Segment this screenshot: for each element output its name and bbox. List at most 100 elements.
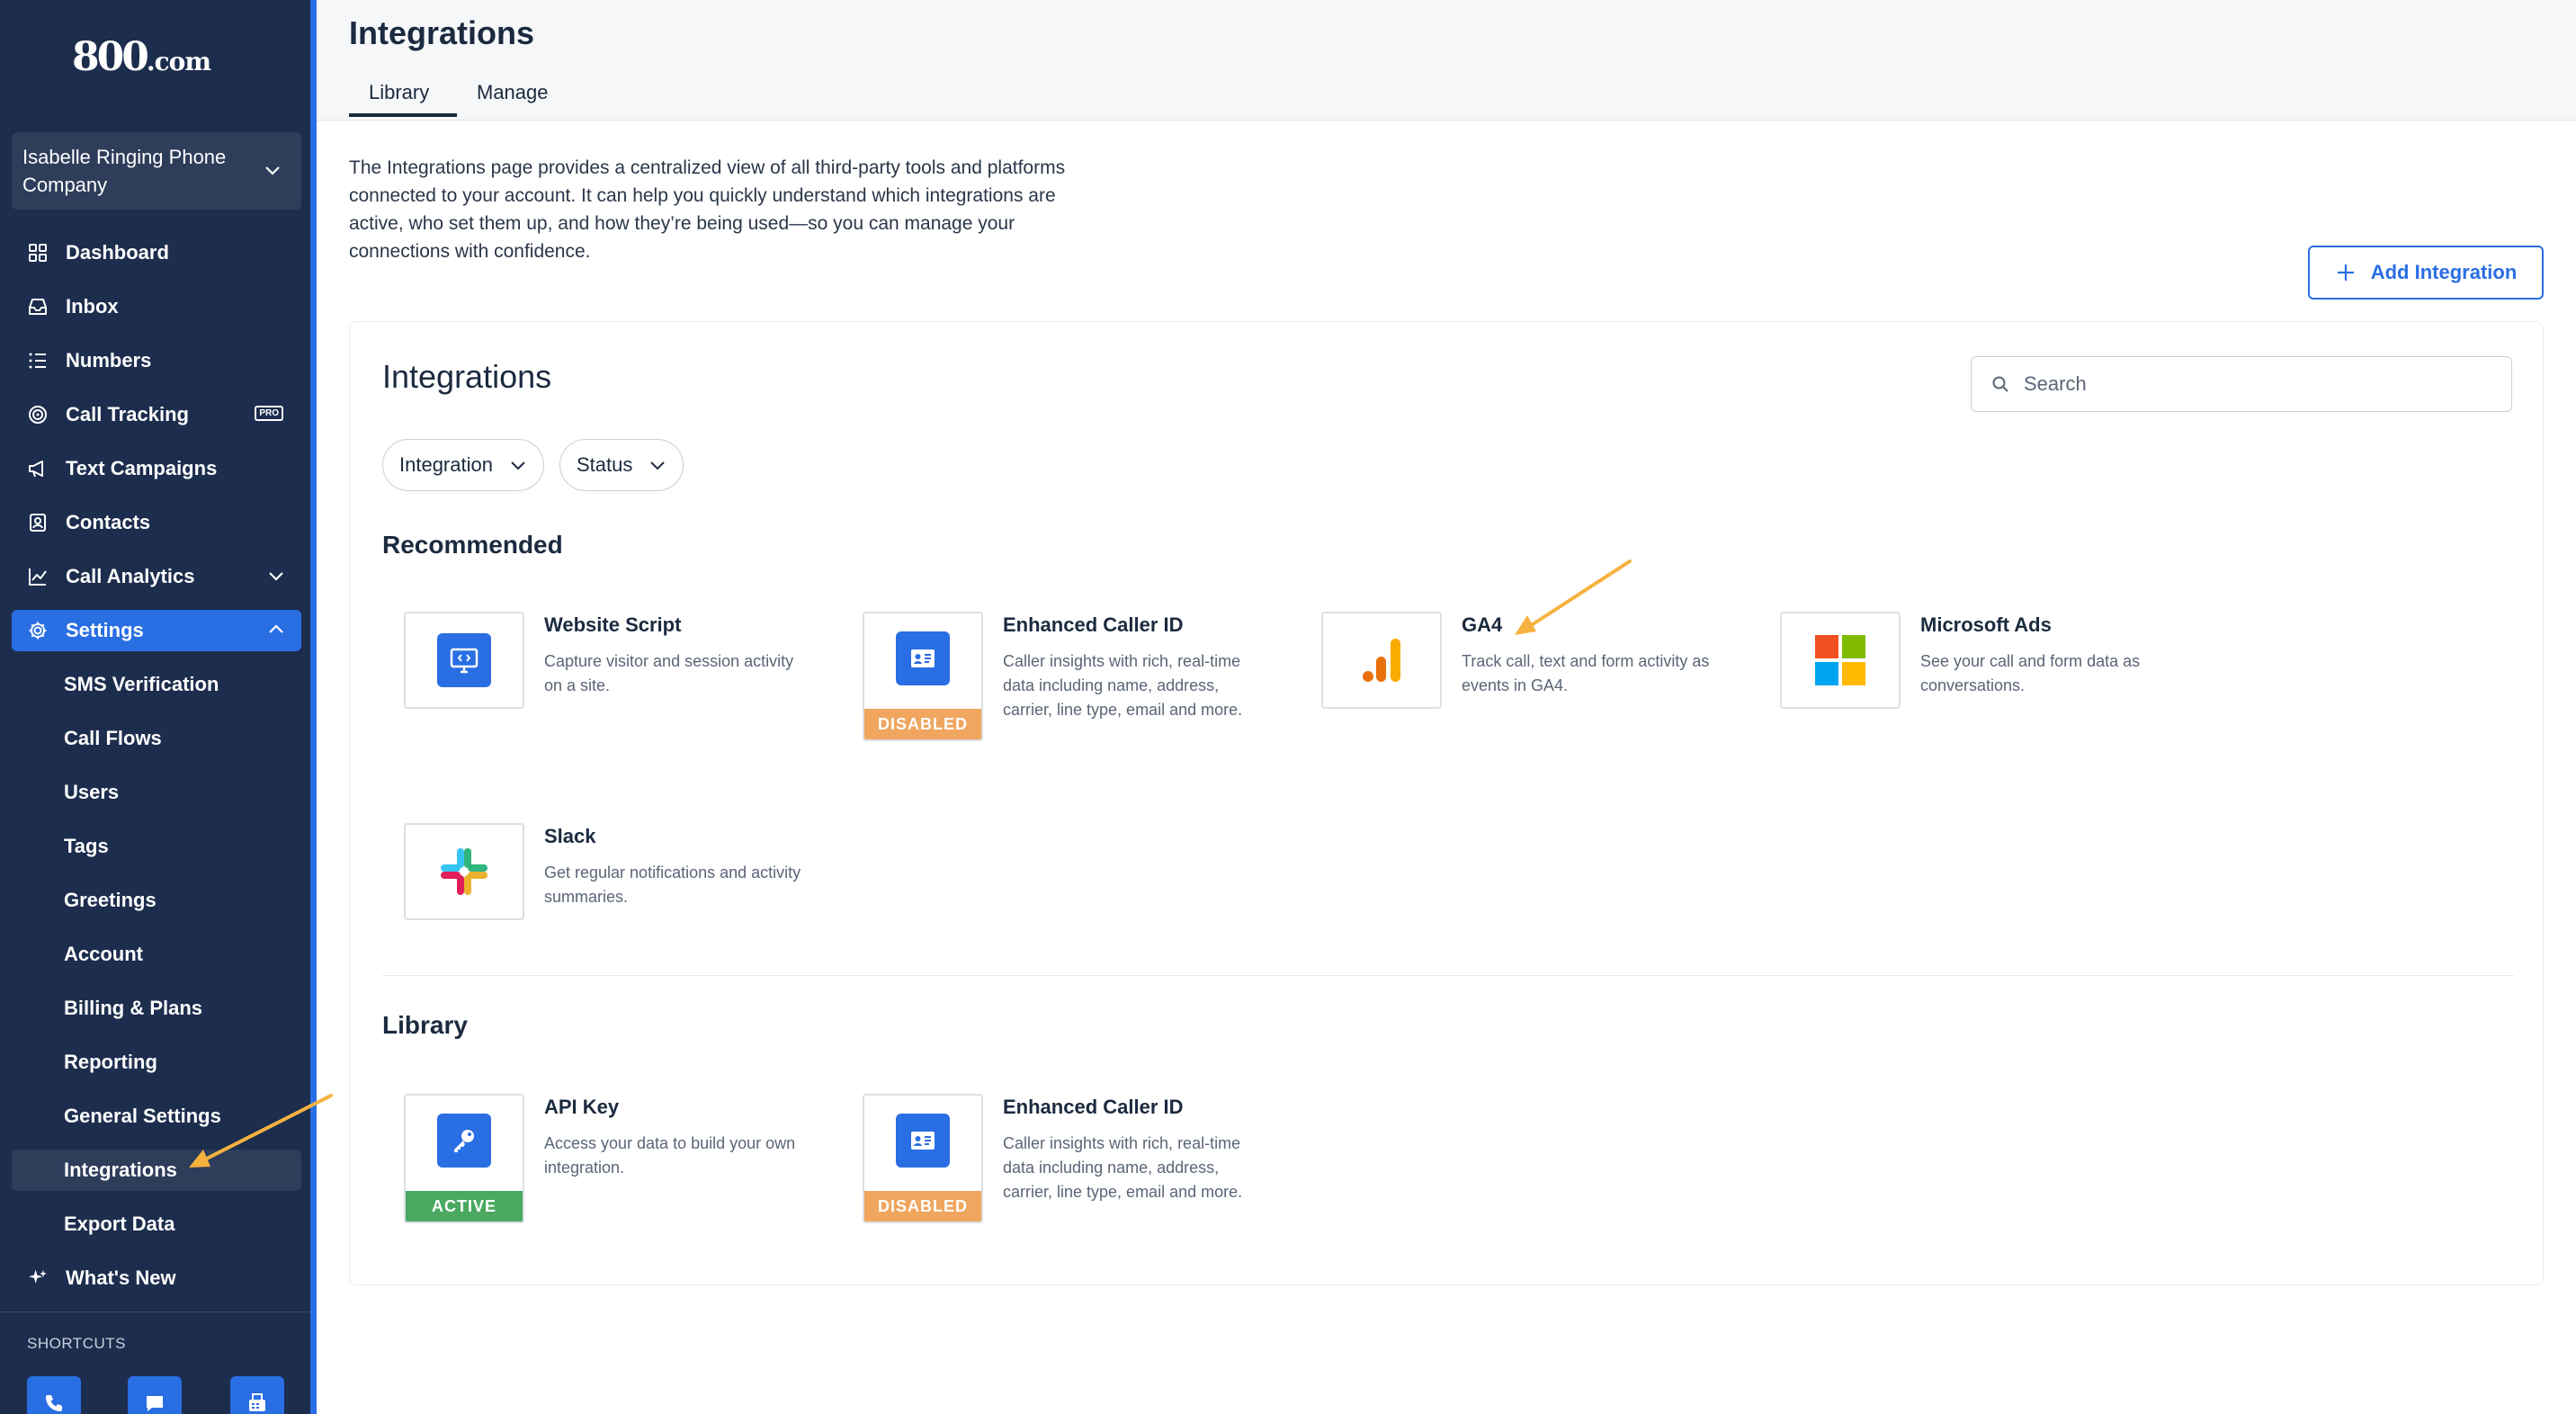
nav-label: Greetings <box>64 889 157 911</box>
nav-label: Numbers <box>66 349 152 371</box>
phone-icon <box>46 1395 62 1411</box>
nav-label: Contacts <box>66 511 151 533</box>
nav-sms-verification[interactable]: SMS Verification <box>12 664 301 705</box>
nav-account[interactable]: Account <box>12 934 301 975</box>
nav-greetings[interactable]: Greetings <box>12 880 301 921</box>
fax-icon <box>249 1393 265 1411</box>
intro-text: The Integrations page provides a central… <box>349 157 1066 262</box>
nav-label: Account <box>64 943 143 965</box>
brand-logo[interactable]: 800.com <box>72 34 211 80</box>
megaphone-icon <box>26 457 49 480</box>
search-box[interactable] <box>1971 356 2512 412</box>
nav-users[interactable]: Users <box>12 772 301 813</box>
nav-inbox[interactable]: Inbox <box>12 286 301 327</box>
integration-card-website-script[interactable]: Website Script Capture visitor and sessi… <box>404 612 836 774</box>
logo-suffix: .com <box>146 47 211 76</box>
pro-badge: PRO <box>255 406 283 421</box>
integration-name: API Key <box>544 1096 620 1118</box>
slack-icon <box>441 848 487 895</box>
nav-label: Call Tracking <box>66 403 189 425</box>
nav-label: Reporting <box>64 1051 157 1073</box>
search-input[interactable] <box>2024 372 2491 396</box>
integration-tile <box>404 612 524 709</box>
integration-tile: ACTIVE <box>404 1094 524 1223</box>
shortcut-message-button[interactable] <box>128 1376 182 1414</box>
integration-name: GA4 <box>1462 613 1503 636</box>
gear-icon <box>26 619 49 642</box>
nav-label: Call Analytics <box>66 565 195 587</box>
page-content: The Integrations page provides a central… <box>317 121 2576 1414</box>
nav-label: General Settings <box>64 1105 221 1127</box>
sparkle-icon <box>26 1266 49 1290</box>
nav-tags[interactable]: Tags <box>12 826 301 867</box>
integration-card-enhanced-caller-id-library[interactable]: DISABLED Enhanced Caller ID Caller insig… <box>863 1094 1294 1256</box>
page-header: Integrations Library Manage <box>317 0 2576 121</box>
app-root: 800.com Isabelle Ringing Phone Company D… <box>0 0 2576 1414</box>
contact-book-icon <box>26 511 49 534</box>
integration-desc: Caller insights with rich, real-time dat… <box>1003 652 1243 719</box>
integration-name: Microsoft Ads <box>1920 613 2052 636</box>
shortcut-fax-button[interactable] <box>230 1376 284 1414</box>
filter-label: Integration <box>399 453 493 476</box>
panel-title: Integrations <box>382 358 552 395</box>
nav-label: Text Campaigns <box>66 457 218 479</box>
nav-settings[interactable]: Settings <box>12 610 301 651</box>
nav-billing-plans[interactable]: Billing & Plans <box>12 988 301 1029</box>
nav-dashboard[interactable]: Dashboard <box>12 232 301 273</box>
nav-text-campaigns[interactable]: Text Campaigns <box>12 448 301 489</box>
nav-export-data[interactable]: Export Data <box>12 1204 301 1245</box>
nav-reporting[interactable]: Reporting <box>12 1042 301 1083</box>
integration-name: Enhanced Caller ID <box>1003 1096 1184 1118</box>
filter-integration[interactable]: Integration <box>382 439 544 491</box>
integration-card-slack[interactable]: Slack Get regular notifications and acti… <box>404 823 836 985</box>
integration-name: Enhanced Caller ID <box>1003 613 1184 636</box>
tab-library[interactable]: Library <box>349 81 457 117</box>
integration-card-api-key[interactable]: ACTIVE API Key Access your data to build… <box>404 1094 836 1256</box>
nav-call-analytics[interactable]: Call Analytics <box>12 556 301 597</box>
page-title: Integrations <box>349 14 535 51</box>
monitor-code-icon <box>437 633 491 687</box>
sidebar: 800.com Isabelle Ringing Phone Company D… <box>0 0 317 1414</box>
nav-label: Dashboard <box>66 241 169 264</box>
nav-integrations[interactable]: Integrations <box>12 1150 301 1191</box>
integration-desc: Get regular notifications and activity s… <box>544 864 801 906</box>
nav-label: Billing & Plans <box>64 997 203 1019</box>
status-badge: ACTIVE <box>406 1191 523 1222</box>
tab-manage[interactable]: Manage <box>477 81 549 104</box>
integration-tile: DISABLED <box>863 612 983 741</box>
nav-whats-new[interactable]: What's New <box>12 1257 301 1299</box>
recommended-title: Recommended <box>382 531 563 559</box>
target-icon <box>26 403 49 426</box>
nav-call-flows[interactable]: Call Flows <box>12 718 301 759</box>
account-switcher[interactable]: Isabelle Ringing Phone Company <box>12 132 301 210</box>
integration-card-ga4[interactable]: GA4 Track call, text and form activity a… <box>1321 612 1753 774</box>
nav-call-tracking[interactable]: Call Tracking PRO <box>12 394 301 435</box>
integration-card-enhanced-caller-id[interactable]: DISABLED Enhanced Caller ID Caller insig… <box>863 612 1294 774</box>
nav-label: Call Flows <box>64 727 162 749</box>
add-integration-button[interactable]: Add Integration <box>2308 246 2544 300</box>
nav-numbers[interactable]: Numbers <box>12 340 301 381</box>
integration-desc: See your call and form data as conversat… <box>1920 652 2141 694</box>
nav-label: What's New <box>66 1266 176 1289</box>
status-badge: DISABLED <box>864 709 981 739</box>
chat-icon <box>147 1396 163 1411</box>
line-chart-icon <box>26 565 49 588</box>
nav-contacts[interactable]: Contacts <box>12 502 301 543</box>
integration-desc: Track call, text and form activity as ev… <box>1462 652 1710 694</box>
microsoft-icon <box>1815 635 1865 685</box>
integration-desc: Caller insights with rich, real-time dat… <box>1003 1134 1243 1201</box>
chevron-down-icon <box>265 166 280 175</box>
nav-general-settings[interactable]: General Settings <box>12 1096 301 1137</box>
filter-status[interactable]: Status <box>559 439 684 491</box>
integration-card-microsoft-ads[interactable]: Microsoft Ads See your call and form dat… <box>1780 612 2212 774</box>
shortcut-phone-button[interactable] <box>27 1376 81 1414</box>
plus-icon <box>2337 264 2354 281</box>
chevron-down-icon <box>511 461 525 470</box>
nav-label: Settings <box>66 619 144 641</box>
integration-tile <box>404 823 524 920</box>
add-integration-label: Add Integration <box>2370 261 2518 283</box>
chevron-down-icon <box>650 461 666 470</box>
nav-label: SMS Verification <box>64 673 219 695</box>
integration-tile <box>1321 612 1442 709</box>
status-badge: DISABLED <box>864 1191 981 1222</box>
